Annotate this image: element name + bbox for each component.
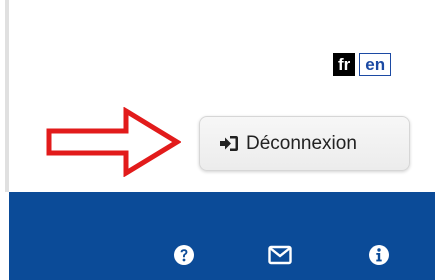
logout-label: Déconnexion	[246, 132, 357, 154]
left-border	[5, 0, 9, 192]
mail-icon[interactable]	[268, 245, 292, 265]
sign-out-icon	[220, 136, 238, 151]
language-switch: fr en	[333, 53, 392, 76]
logout-button[interactable]: Déconnexion	[199, 116, 410, 171]
red-arrow-annotation-icon	[46, 107, 181, 177]
page: fr en Déconnexion	[0, 0, 435, 280]
lang-en-link[interactable]: en	[359, 53, 392, 76]
lang-fr-link[interactable]: fr	[333, 53, 356, 76]
bottom-navbar	[9, 192, 435, 280]
help-icon[interactable]	[173, 244, 195, 266]
info-icon[interactable]	[368, 244, 390, 266]
